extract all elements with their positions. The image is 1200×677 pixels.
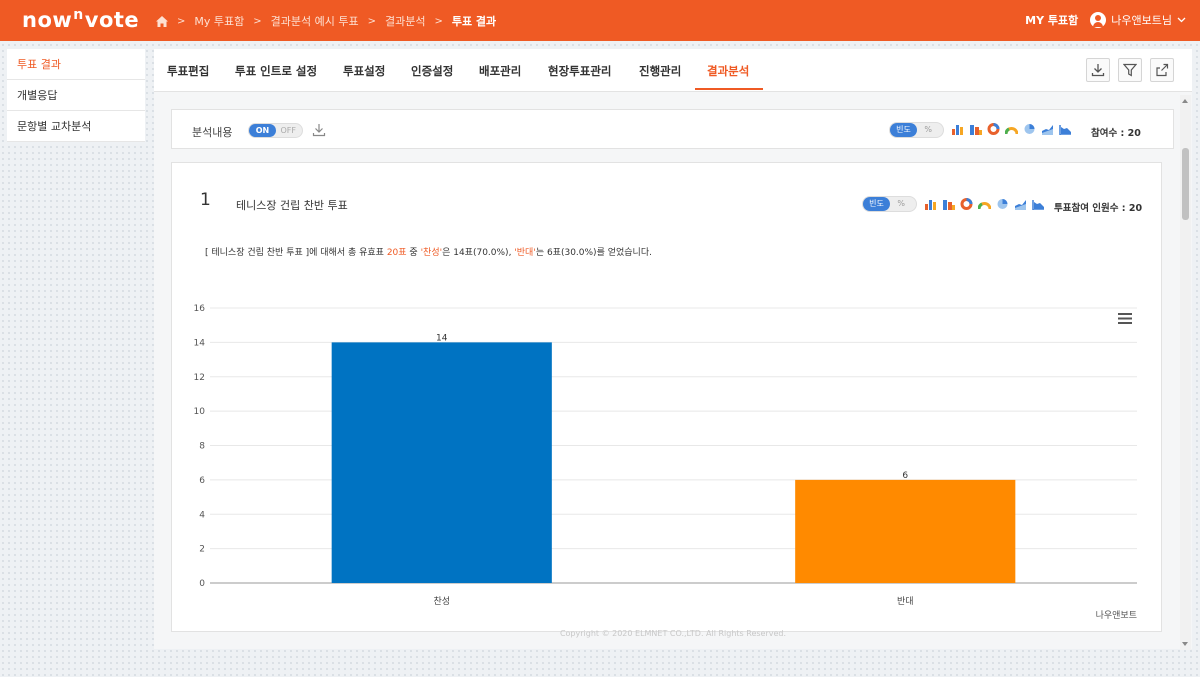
stacked-bar-icon[interactable]	[969, 123, 982, 135]
breadcrumb-separator: >	[367, 15, 376, 27]
filter-button[interactable]	[1118, 58, 1142, 82]
y-tick-label: 4	[199, 510, 205, 520]
x-tick-label: 반대	[897, 596, 914, 607]
my-box-link[interactable]: MY 투표함	[1025, 12, 1078, 28]
chart-credit: 나우앤보트	[1096, 610, 1137, 621]
user-name: 나우앤보트님	[1111, 14, 1172, 27]
tab-vote-edit[interactable]: 투표편집	[167, 63, 209, 79]
sidebar-item-vote-result[interactable]: 투표 결과	[7, 49, 145, 80]
tab-auth-settings[interactable]: 인증설정	[411, 63, 453, 79]
breadcrumb-separator: >	[177, 15, 186, 27]
toggle-on: ON	[249, 124, 276, 137]
tab-result-analysis[interactable]: 결과분석	[707, 63, 749, 79]
toggle-off: OFF	[280, 126, 297, 135]
logo[interactable]: nownvote	[22, 7, 139, 32]
participant-count: 참여수 : 20	[1091, 128, 1141, 139]
tab-intro-settings[interactable]: 투표 인트로 설정	[235, 63, 317, 79]
breadcrumb-my-box[interactable]: My 투표함	[194, 13, 244, 29]
tab-distribution[interactable]: 배포관리	[479, 63, 521, 79]
sidebar: 투표 결과 개별응답 문항별 교차분석	[7, 49, 145, 142]
y-tick-label: 12	[194, 373, 205, 383]
scroll-thumb[interactable]	[1182, 148, 1189, 220]
chart-type-icons	[951, 123, 1072, 135]
bar-value-label: 6	[902, 471, 908, 481]
bar[interactable]	[331, 342, 552, 583]
y-tick-label: 14	[194, 338, 206, 348]
y-tick-label: 10	[194, 407, 206, 417]
y-tick-label: 2	[199, 545, 205, 555]
analysis-toggle[interactable]: ON OFF	[248, 123, 303, 138]
analysis-label: 분석내용	[192, 126, 233, 139]
tab-bar: 투표편집 투표 인트로 설정 투표설정 인증설정 배포관리 현장투표관리 진행관…	[154, 49, 1192, 92]
breadcrumb: > My 투표함 > 결과분석 예시 투표 > 결과분석 > 투표 결과	[156, 13, 496, 29]
filter-icon	[1123, 63, 1137, 77]
home-icon[interactable]	[156, 15, 168, 27]
breadcrumb-separator: >	[253, 15, 262, 27]
freq-option: 빈도	[890, 123, 917, 137]
active-tab-indicator	[695, 88, 763, 90]
analysis-options-bar: 분석내용 ON OFF 빈도 % 참여수 : 20	[171, 109, 1174, 149]
y-tick-label: 8	[199, 442, 205, 452]
global-freq-pct-switch[interactable]: 빈도 %	[889, 122, 944, 138]
y-tick-label: 16	[194, 304, 206, 314]
area-chart-icon[interactable]	[1041, 123, 1054, 135]
top-header: nownvote > My 투표함 > 결과분석 예시 투표 > 결과분석 > …	[0, 0, 1200, 41]
breadcrumb-current: 투표 결과	[451, 15, 497, 28]
chart-menu-icon[interactable]	[1118, 313, 1132, 324]
gauge-chart-icon[interactable]	[1005, 123, 1018, 135]
tab-onsite-vote[interactable]: 현장투표관리	[548, 63, 611, 79]
share-icon	[1156, 63, 1169, 77]
donut-chart-icon[interactable]	[987, 123, 1000, 135]
y-tick-label: 0	[199, 579, 205, 589]
download-icon	[1091, 64, 1105, 77]
y-tick-label: 6	[199, 476, 205, 486]
line-chart-icon[interactable]	[1059, 123, 1072, 135]
download-button[interactable]	[1086, 58, 1110, 82]
pct-option: %	[924, 125, 932, 134]
page-scrollbar[interactable]	[1180, 95, 1191, 650]
breadcrumb-analysis[interactable]: 결과분석	[385, 13, 425, 29]
share-button[interactable]	[1150, 58, 1174, 82]
tab-vote-settings[interactable]: 투표설정	[343, 63, 385, 79]
chevron-down-icon	[1177, 17, 1186, 23]
breadcrumb-vote[interactable]: 결과분석 예시 투표	[271, 13, 359, 29]
main-panel: 투표편집 투표 인트로 설정 투표설정 인증설정 배포관리 현장투표관리 진행관…	[154, 49, 1192, 649]
tab-progress[interactable]: 진행관리	[639, 63, 681, 79]
scroll-up-arrow[interactable]	[1182, 99, 1188, 103]
copyright-footer: Copyright © 2020 ELMNET CO.,LTD. All Rig…	[559, 629, 787, 638]
sidebar-item-cross-analysis[interactable]: 문항별 교차분석	[7, 111, 145, 142]
question-result-card: 1 테니스장 건립 찬반 투표 빈도 % 투표참여 인원수 : 20 [ 테니스…	[171, 162, 1162, 632]
user-menu[interactable]: 나우앤보트님	[1090, 12, 1186, 28]
user-icon	[1090, 12, 1107, 28]
download-icon[interactable]	[312, 123, 326, 137]
bar-value-label: 14	[436, 333, 448, 343]
breadcrumb-separator: >	[434, 15, 443, 27]
pie-chart-icon[interactable]	[1023, 123, 1036, 135]
sidebar-item-individual-responses[interactable]: 개별응답	[7, 80, 145, 111]
bar-chart-icon[interactable]	[951, 123, 964, 135]
bar-chart: 0 2 4 6 8 10 12 14 16 14 찬성 6 반대나우앤보트	[194, 304, 1137, 621]
bar[interactable]	[795, 479, 1016, 583]
x-tick-label: 찬성	[433, 596, 450, 607]
header-right: MY 투표함 나우앤보트님	[1025, 12, 1186, 28]
scroll-down-arrow[interactable]	[1182, 642, 1188, 646]
